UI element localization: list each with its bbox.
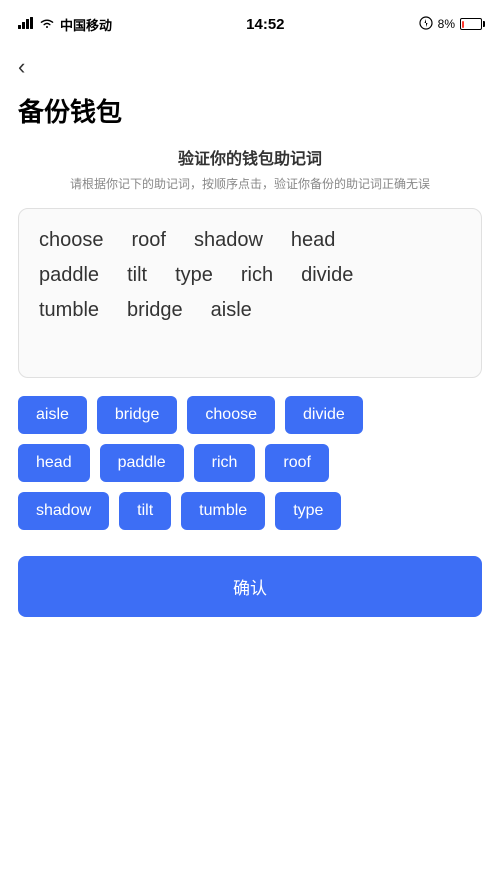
chip-row: shadow tilt tumble type [18,492,482,530]
display-word: type [175,264,213,287]
battery-percent: 8% [438,17,455,31]
word-chip[interactable]: rich [194,444,256,482]
display-word: tilt [127,264,147,287]
signal-icon [18,17,34,32]
carrier-label: 中国移动 [60,15,112,34]
wifi-icon [39,17,55,32]
page-title: 备份钱包 [0,84,500,145]
display-word: choose [39,229,104,252]
display-word: divide [301,264,353,287]
charge-icon [419,16,433,33]
status-bar: 中国移动 14:52 8% [0,0,500,44]
display-word: shadow [194,229,263,252]
word-chip[interactable]: paddle [100,444,184,482]
display-word: rich [241,264,273,287]
word-chip[interactable]: tilt [119,492,171,530]
display-word: paddle [39,264,99,287]
word-chips-area: aisle bridge choose divide head paddle richroo… [18,396,482,530]
chip-row: head paddle richroof [18,444,482,482]
word-chip[interactable]: choose [187,396,275,434]
display-word-row: paddle tilt type rich divide [39,264,461,287]
word-chip[interactable]: roof [265,444,329,482]
back-button[interactable]: ‹ [0,44,500,84]
display-word: roof [132,229,166,252]
word-chip[interactable]: bridge [97,396,177,434]
word-chip[interactable]: tumble [181,492,265,530]
time-display: 14:52 [246,16,284,33]
chip-row: aisle bridge choose divide [18,396,482,434]
battery-icon [460,18,482,30]
display-word: aisle [211,299,252,322]
display-word: bridge [127,299,183,322]
word-chip[interactable]: type [275,492,341,530]
word-chip[interactable]: head [18,444,90,482]
display-word-row: choose roof shadow head [39,229,461,252]
display-word: head [291,229,336,252]
battery-area: 8% [419,16,482,33]
display-word-row: tumble bridge aisle [39,299,461,322]
word-chip[interactable]: aisle [18,396,87,434]
word-chip[interactable]: divide [285,396,363,434]
word-chip[interactable]: shadow [18,492,109,530]
section-title: 验证你的钱包助记词 [0,145,500,169]
display-word: tumble [39,299,99,322]
carrier-signal: 中国移动 [18,15,112,34]
back-arrow-icon: ‹ [18,54,25,79]
battery-fill [462,21,463,28]
confirm-button[interactable]: 确认 [18,556,482,617]
section-desc: 请根据你记下的助记词，按顺序点击，验证你备份的助记词正确无误 [0,175,500,194]
word-display-box: choose roof shadow head paddle tilt type rich di… [18,208,482,378]
